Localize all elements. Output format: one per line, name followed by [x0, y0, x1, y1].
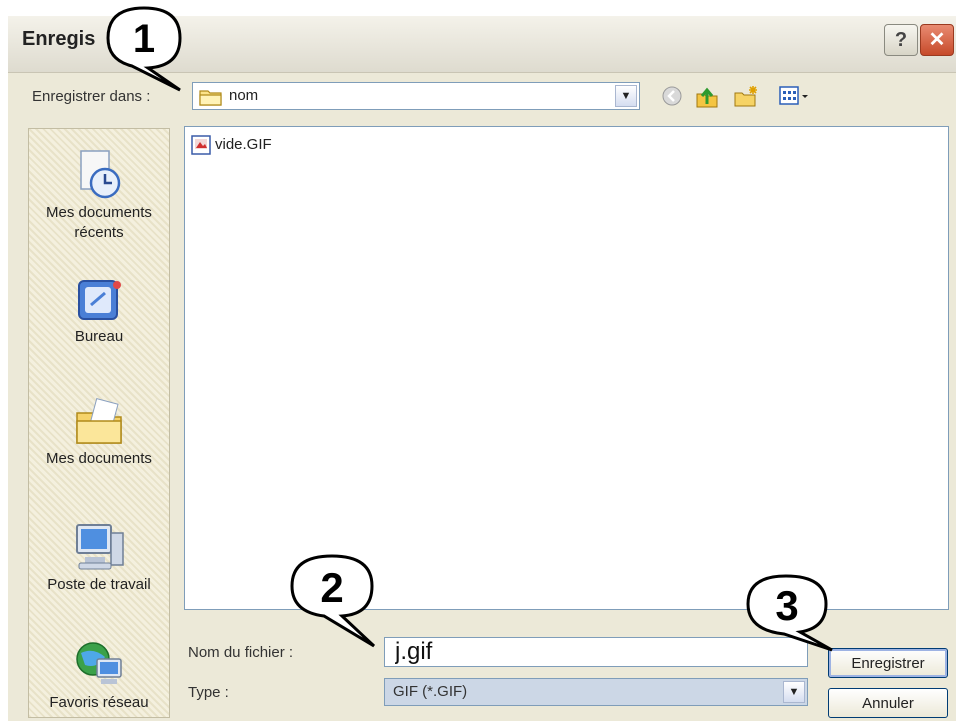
chevron-down-icon[interactable]: ▼: [615, 85, 637, 107]
file-type-dropdown[interactable]: GIF (*.GIF) ▼: [384, 678, 808, 706]
places-bar: Mes documents récents Bureau Mes documen…: [28, 128, 170, 718]
cancel-button[interactable]: Annuler: [828, 688, 948, 718]
file-list[interactable]: vide.GIF: [184, 126, 949, 610]
save-in-value: nom: [229, 87, 259, 104]
gif-file-icon: [191, 135, 211, 155]
save-in-dropdown[interactable]: nom ▼: [192, 82, 640, 110]
place-desktop[interactable]: Bureau: [29, 275, 169, 347]
place-my-computer[interactable]: Poste de travail: [29, 519, 169, 595]
callout-number: 3: [775, 582, 798, 629]
help-button[interactable]: ?: [884, 24, 918, 56]
filename-label: Nom du fichier :: [188, 644, 294, 661]
place-label: Favoris réseau: [49, 694, 149, 711]
file-name: vide.GIF: [215, 136, 272, 153]
my-documents-icon: [76, 397, 122, 444]
up-folder-icon[interactable]: [694, 84, 720, 110]
callout-2: 2: [290, 554, 376, 648]
place-label: Mes documents récents: [46, 204, 152, 241]
dialog-title: Enregis: [22, 28, 96, 50]
desktop-icon: [78, 280, 121, 320]
place-label: Mes documents: [46, 450, 152, 467]
new-folder-icon[interactable]: [732, 84, 760, 110]
callout-number: 2: [320, 564, 343, 611]
callout-3: 3: [746, 574, 833, 652]
type-label: Type :: [188, 684, 229, 701]
close-icon: ✕: [928, 29, 946, 51]
back-icon[interactable]: [660, 84, 684, 108]
callout-1: 1: [106, 6, 182, 92]
help-icon: ?: [894, 29, 908, 51]
file-type-value: GIF (*.GIF): [393, 683, 468, 700]
network-places-icon: [76, 642, 122, 684]
place-my-documents[interactable]: Mes documents: [29, 395, 169, 469]
place-label: Bureau: [74, 328, 124, 345]
recent-documents-icon: [80, 150, 121, 199]
place-label: Poste de travail: [47, 576, 151, 593]
callout-number: 1: [133, 17, 155, 61]
view-menu-icon[interactable]: [778, 84, 810, 108]
close-button[interactable]: ✕: [920, 24, 954, 56]
place-network-places[interactable]: Favoris réseau: [29, 637, 169, 713]
my-computer-icon: [76, 524, 124, 570]
chevron-down-icon[interactable]: ▼: [783, 681, 805, 703]
place-recent-documents[interactable]: Mes documents récents: [29, 147, 169, 243]
